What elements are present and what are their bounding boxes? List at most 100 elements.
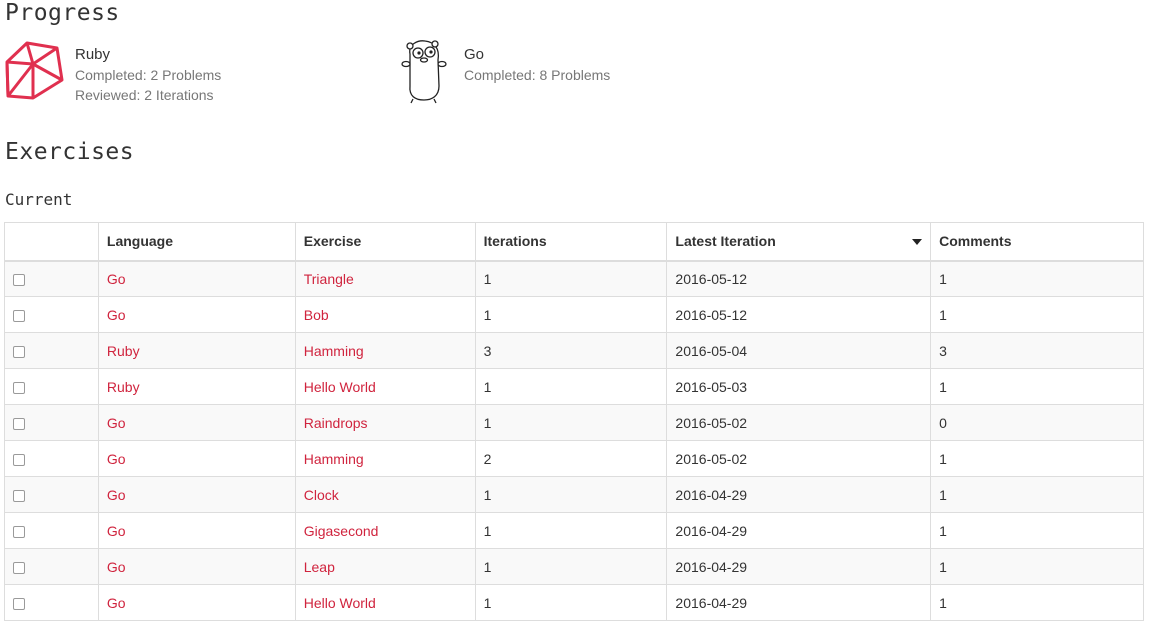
comments-cell: 1 bbox=[930, 476, 1144, 513]
table-header-row: Language Exercise Iterations Latest Iter… bbox=[4, 222, 1144, 262]
exercise-link[interactable]: Hello World bbox=[304, 379, 376, 395]
latest-iteration-cell: 2016-04-29 bbox=[666, 476, 932, 513]
row-checkbox[interactable] bbox=[13, 561, 25, 574]
exercise-link[interactable]: Raindrops bbox=[304, 415, 368, 431]
language-cell: Go bbox=[97, 476, 296, 513]
exercise-link[interactable]: Bob bbox=[304, 307, 329, 323]
language-cell: Ruby bbox=[97, 332, 296, 369]
row-checkbox[interactable] bbox=[13, 417, 25, 430]
language-cell: Go bbox=[97, 440, 296, 477]
language-link[interactable]: Go bbox=[107, 451, 126, 467]
table-row: Go Triangle 1 2016-05-12 1 bbox=[4, 260, 1144, 297]
sort-desc-icon[interactable] bbox=[912, 239, 923, 246]
language-link[interactable]: Ruby bbox=[107, 343, 140, 359]
row-checkbox[interactable] bbox=[13, 453, 25, 466]
exercise-cell: Bob bbox=[294, 296, 476, 333]
reviewed-stat: Reviewed: 2 Iterations bbox=[75, 87, 214, 103]
iterations-cell: 1 bbox=[474, 296, 668, 333]
row-select-cell bbox=[4, 260, 99, 297]
latest-iteration-cell: 2016-05-02 bbox=[666, 404, 932, 441]
exercise-column-header[interactable]: Exercise bbox=[294, 222, 476, 262]
row-checkbox[interactable] bbox=[13, 345, 25, 358]
exercise-link[interactable]: Hamming bbox=[304, 343, 364, 359]
exercise-link[interactable]: Hello World bbox=[304, 595, 376, 611]
language-link[interactable]: Go bbox=[107, 487, 126, 503]
iterations-cell: 1 bbox=[474, 548, 668, 585]
exercise-link[interactable]: Clock bbox=[304, 487, 339, 503]
exercise-cell: Raindrops bbox=[294, 404, 476, 441]
language-cell: Go bbox=[97, 584, 296, 621]
exercise-cell: Hello World bbox=[294, 368, 476, 405]
exercise-cell: Hamming bbox=[294, 332, 476, 369]
exercise-cell: Clock bbox=[294, 476, 476, 513]
row-select-cell bbox=[4, 296, 99, 333]
exercise-link[interactable]: Gigasecond bbox=[304, 523, 379, 539]
language-name: Go bbox=[464, 46, 485, 63]
row-select-cell bbox=[4, 548, 99, 585]
language-link[interactable]: Ruby bbox=[107, 379, 140, 395]
language-name: Ruby bbox=[75, 46, 111, 63]
row-select-cell bbox=[4, 440, 99, 477]
comments-cell: 0 bbox=[930, 404, 1144, 441]
comments-cell: 1 bbox=[930, 440, 1144, 477]
exercise-cell: Hello World bbox=[294, 584, 476, 621]
iterations-cell: 1 bbox=[474, 584, 668, 621]
row-checkbox[interactable] bbox=[13, 525, 25, 538]
comments-cell: 1 bbox=[930, 260, 1144, 297]
language-link[interactable]: Go bbox=[107, 271, 126, 287]
row-checkbox[interactable] bbox=[13, 309, 25, 322]
row-checkbox[interactable] bbox=[13, 489, 25, 502]
exercise-cell: Leap bbox=[294, 548, 476, 585]
row-select-cell bbox=[4, 332, 99, 369]
row-select-cell bbox=[4, 476, 99, 513]
table-row: Go Gigasecond 1 2016-04-29 1 bbox=[4, 512, 1144, 549]
comments-cell: 1 bbox=[930, 584, 1144, 621]
language-link[interactable]: Go bbox=[107, 415, 126, 431]
comments-cell: 3 bbox=[930, 332, 1144, 369]
row-select-cell bbox=[4, 512, 99, 549]
language-cell: Go bbox=[97, 512, 296, 549]
iterations-column-header[interactable]: Iterations bbox=[474, 222, 668, 262]
exercise-link[interactable]: Triangle bbox=[304, 271, 354, 287]
language-link[interactable]: Go bbox=[107, 523, 126, 539]
exercise-cell: Hamming bbox=[294, 440, 476, 477]
row-checkbox[interactable] bbox=[13, 597, 25, 610]
latest-iteration-column-header[interactable]: Latest Iteration bbox=[666, 222, 932, 262]
latest-iteration-cell: 2016-05-02 bbox=[666, 440, 932, 477]
exercise-cell: Gigasecond bbox=[294, 512, 476, 549]
progress-heading: Progress bbox=[5, 0, 120, 26]
latest-iteration-cell: 2016-05-12 bbox=[666, 296, 932, 333]
language-cell: Go bbox=[97, 404, 296, 441]
row-select-cell bbox=[4, 404, 99, 441]
comments-cell: 1 bbox=[930, 512, 1144, 549]
table-row: Go Raindrops 1 2016-05-02 0 bbox=[4, 404, 1144, 441]
exercises-table: Language Exercise Iterations Latest Iter… bbox=[4, 222, 1144, 621]
language-column-header[interactable]: Language bbox=[97, 222, 296, 262]
latest-iteration-cell: 2016-04-29 bbox=[666, 548, 932, 585]
row-select-cell bbox=[4, 584, 99, 621]
iterations-cell: 3 bbox=[474, 332, 668, 369]
iterations-cell: 1 bbox=[474, 476, 668, 513]
completed-stat: Completed: 2 Problems bbox=[75, 67, 222, 83]
language-card-ruby[interactable]: Ruby Completed: 2 Problems Reviewed: 2 I… bbox=[5, 40, 305, 104]
language-card-go[interactable]: Go Completed: 8 Problems bbox=[398, 40, 698, 104]
iterations-cell: 1 bbox=[474, 512, 668, 549]
select-column-header bbox=[4, 222, 99, 262]
exercise-link[interactable]: Leap bbox=[304, 559, 335, 575]
latest-iteration-cell: 2016-04-29 bbox=[666, 512, 932, 549]
table-row: Ruby Hamming 3 2016-05-04 3 bbox=[4, 332, 1144, 369]
exercise-link[interactable]: Hamming bbox=[304, 451, 364, 467]
comments-cell: 1 bbox=[930, 368, 1144, 405]
language-cell: Ruby bbox=[97, 368, 296, 405]
exercise-cell: Triangle bbox=[294, 260, 476, 297]
row-checkbox[interactable] bbox=[13, 274, 25, 287]
row-checkbox[interactable] bbox=[13, 381, 25, 394]
language-link[interactable]: Go bbox=[107, 559, 126, 575]
language-link[interactable]: Go bbox=[107, 595, 126, 611]
exercises-heading: Exercises bbox=[5, 139, 135, 165]
table-row: Go Hello World 1 2016-04-29 1 bbox=[4, 584, 1144, 621]
latest-iteration-cell: 2016-05-12 bbox=[666, 260, 932, 297]
comments-column-header[interactable]: Comments bbox=[930, 222, 1144, 262]
table-row: Go Hamming 2 2016-05-02 1 bbox=[4, 440, 1144, 477]
language-link[interactable]: Go bbox=[107, 307, 126, 323]
